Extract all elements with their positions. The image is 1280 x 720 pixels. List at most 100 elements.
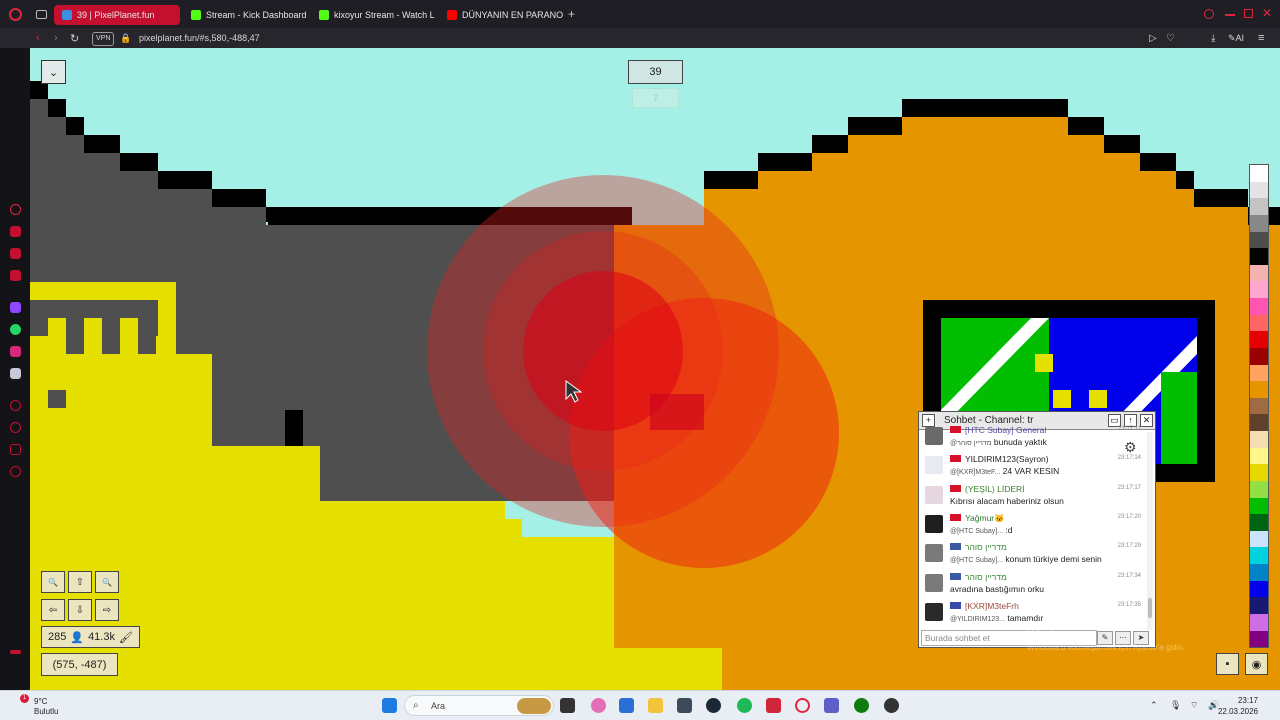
- tab-youtube[interactable]: DÜNYANIN EN PARANORM: [439, 5, 563, 25]
- palette-swatch[interactable]: [1250, 547, 1268, 564]
- chat-username[interactable]: מדריין סוהר: [965, 542, 1007, 552]
- palette-swatch[interactable]: [1250, 264, 1268, 282]
- palette-swatch[interactable]: [1250, 298, 1268, 315]
- heart-icon[interactable]: ♡: [1166, 31, 1175, 45]
- instagram-icon[interactable]: [10, 346, 21, 357]
- chat-mention[interactable]: @[HTC Subay]...: [950, 528, 1003, 535]
- store-icon[interactable]: [619, 698, 634, 713]
- twitch-icon[interactable]: [10, 302, 21, 313]
- palette-toggle-button[interactable]: ◉: [1245, 653, 1268, 675]
- tab-kick-dashboard[interactable]: Stream - Kick Dashboard: [183, 5, 307, 25]
- coordinates-display[interactable]: (575, -487): [41, 653, 118, 676]
- spotify-icon[interactable]: [737, 698, 752, 713]
- avatar[interactable]: [925, 544, 943, 563]
- sidebar-toggle-icon[interactable]: [10, 650, 21, 654]
- palette-swatch[interactable]: [1250, 397, 1268, 415]
- palette-swatch[interactable]: [1250, 314, 1268, 332]
- chat-username[interactable]: מדריין סוהר: [965, 572, 1007, 582]
- chat-mention[interactable]: @YILDIRIM123...: [950, 616, 1005, 623]
- xbox-icon[interactable]: [854, 698, 869, 713]
- vpn-badge[interactable]: VPN: [92, 32, 115, 46]
- palette-swatch[interactable]: [1250, 564, 1268, 581]
- palette-swatch[interactable]: [1250, 630, 1268, 648]
- chat-username[interactable]: [KXR]M3teFrh: [965, 601, 1019, 611]
- extensions-icon[interactable]: [10, 444, 21, 455]
- new-tab-button[interactable]: +: [568, 7, 575, 21]
- chat-mention[interactable]: @[HTC Subay]...: [950, 557, 1003, 564]
- collapse-menu-button[interactable]: ⌄: [41, 60, 66, 84]
- play-icon[interactable]: ▷: [1149, 31, 1157, 45]
- palette-swatch[interactable]: [1250, 514, 1268, 531]
- forward-icon[interactable]: ›: [54, 31, 58, 45]
- palette-swatch[interactable]: [1250, 347, 1268, 365]
- chat-settings-icon[interactable]: ⚙: [1124, 439, 1137, 456]
- chat-username[interactable]: (YEŞİL) LİDERİ: [965, 484, 1025, 494]
- back-icon[interactable]: ‹: [36, 31, 40, 45]
- chat-mention[interactable]: @מדריין סוהר: [950, 440, 992, 447]
- palette-swatch[interactable]: [1250, 447, 1268, 465]
- start-button-icon[interactable]: [382, 698, 397, 713]
- steam-icon[interactable]: [706, 698, 721, 713]
- search-tabs-icon[interactable]: [1204, 9, 1214, 19]
- palette-swatch[interactable]: [1250, 480, 1268, 498]
- chat-username[interactable]: Yağmur🐱: [965, 513, 1005, 524]
- whatsapp-icon[interactable]: [10, 324, 21, 335]
- zoom-in-button[interactable]: 🔍: [95, 571, 119, 593]
- palette-swatch[interactable]: [1250, 497, 1268, 515]
- palette-swatch[interactable]: [1250, 281, 1268, 298]
- download-icon[interactable]: ⤓: [1211, 31, 1215, 45]
- calculator-icon[interactable]: [677, 698, 692, 713]
- avatar[interactable]: [925, 602, 943, 621]
- wifi-icon[interactable]: ⌔: [1190, 700, 1198, 711]
- chat-username[interactable]: [HTC Subay] General: [965, 425, 1046, 435]
- move-down-button[interactable]: ⇩: [68, 599, 92, 621]
- weather-widget[interactable]: 1 9°C Bulutlu: [12, 694, 58, 717]
- crypto-wallet-icon[interactable]: [10, 226, 21, 237]
- move-up-button[interactable]: ⇧: [68, 571, 92, 593]
- palette-swatch[interactable]: [1250, 597, 1268, 614]
- player-icon[interactable]: [10, 400, 21, 411]
- palette-swatch[interactable]: [1250, 414, 1268, 431]
- taskbar-search[interactable]: ⌕ Ara: [404, 695, 554, 716]
- microphone-icon[interactable]: 🎙: [1170, 700, 1181, 711]
- palette-swatch[interactable]: [1250, 530, 1268, 548]
- palette-swatch[interactable]: [1250, 331, 1268, 348]
- avatar[interactable]: [925, 573, 943, 592]
- system-clock[interactable]: 23:17 22.03.2026: [1218, 695, 1258, 717]
- discord-icon[interactable]: [10, 368, 21, 379]
- chat-toggle-button[interactable]: ▪: [1216, 653, 1239, 675]
- palette-swatch[interactable]: [1250, 431, 1268, 448]
- palette-swatch[interactable]: [1250, 580, 1268, 598]
- palette-swatch[interactable]: [1250, 613, 1268, 631]
- chat-username[interactable]: YILDIRIM123(Sayron): [965, 454, 1049, 464]
- palette-swatch[interactable]: [1250, 214, 1268, 232]
- opera-logo-icon[interactable]: [9, 8, 22, 21]
- tab-pixelplanet[interactable]: 39 | PixelPlanet.fun: [54, 5, 180, 25]
- move-left-button[interactable]: ⇦: [41, 599, 65, 621]
- palette-swatch[interactable]: [1250, 181, 1268, 199]
- avatar[interactable]: [925, 427, 943, 445]
- palette-swatch[interactable]: [1250, 248, 1268, 265]
- avatar[interactable]: [925, 514, 943, 533]
- palette-swatch[interactable]: [1250, 464, 1268, 481]
- move-right-button[interactable]: ⇨: [95, 599, 119, 621]
- minimize-icon[interactable]: [1225, 14, 1235, 16]
- task-view-icon[interactable]: [560, 698, 575, 713]
- music-icon[interactable]: [10, 270, 21, 281]
- chat-mention[interactable]: @[KXR]M3teF...: [950, 469, 1000, 476]
- ai-button[interactable]: ✎ AI: [1228, 31, 1244, 45]
- file-explorer-icon[interactable]: [648, 698, 663, 713]
- palette-swatch[interactable]: [1250, 165, 1268, 182]
- tab-manager-icon[interactable]: [36, 10, 47, 19]
- history-icon[interactable]: [10, 422, 21, 433]
- opera-taskbar-icon[interactable]: [795, 698, 810, 713]
- avatar[interactable]: [925, 456, 943, 475]
- tab-kixoyur-stream[interactable]: kixoyur Stream - Watch Li: [311, 5, 435, 25]
- settings-icon[interactable]: [10, 466, 21, 477]
- copilot-icon[interactable]: [591, 698, 606, 713]
- media-player-icon[interactable]: [766, 698, 781, 713]
- messenger-icon[interactable]: [10, 248, 21, 259]
- reload-icon[interactable]: ↻: [70, 31, 79, 45]
- palette-swatch[interactable]: [1250, 381, 1268, 398]
- avatar[interactable]: [925, 485, 943, 504]
